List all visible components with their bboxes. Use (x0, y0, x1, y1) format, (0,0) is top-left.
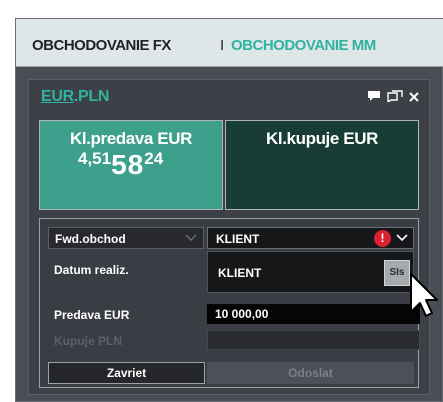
buy-quote-label: Kl.kupuje EUR (266, 129, 378, 148)
sell-quote-tile[interactable]: Kl.predava EUR 4,515824 (39, 120, 223, 210)
dropdown-option-client[interactable]: KLIENT (218, 266, 261, 280)
tab-mm-trading[interactable]: OBCHODOVANIE MM (231, 37, 376, 54)
sis-button[interactable]: SIs (384, 260, 410, 286)
order-form: Fwd.obchod KLIENT ! Datum realiz. Predav… (39, 218, 420, 388)
tab-separator: I (220, 37, 224, 54)
trade-type-value: Fwd.obchod (55, 232, 126, 246)
buy-amount-input (207, 330, 420, 350)
currency-pair-panel: EUR.PLN Kl.predava EUR 4,515824 Kl.kupuj… (28, 79, 430, 395)
pair-base-currency[interactable]: EUR (41, 88, 74, 105)
close-icon[interactable] (409, 91, 419, 104)
price-pip: 24 (144, 149, 164, 168)
chevron-down-icon (185, 230, 197, 249)
close-button[interactable]: Zavriet (48, 362, 205, 384)
sell-price: 4,515824 (78, 149, 163, 181)
client-dropdown: KLIENT SIs (207, 251, 414, 293)
chevron-down-icon (396, 230, 408, 249)
pair-quote-currency: PLN (78, 88, 110, 105)
trading-widget: OBCHODOVANIE FX I OBCHODOVANIE MM EUR.PL… (15, 18, 443, 402)
tab-fx-trading[interactable]: OBCHODOVANIE FX (32, 37, 171, 54)
settlement-date-label: Datum realiz. (54, 263, 129, 277)
buy-quote-tile[interactable]: Kl.kupuje EUR (225, 120, 419, 210)
chat-icon[interactable] (367, 90, 381, 104)
popout-icon[interactable] (387, 90, 403, 104)
price-big-figure: 58 (111, 149, 145, 180)
sell-quote-label: Kl.predava EUR (70, 129, 192, 148)
trade-type-select[interactable]: Fwd.obchod (48, 227, 204, 249)
tab-bar: OBCHODOVANIE FX I OBCHODOVANIE MM (16, 19, 443, 67)
sell-amount-label: Predava EUR (54, 308, 130, 322)
price-prefix: 4,51 (78, 149, 112, 168)
sell-amount-input[interactable]: 10 000,00 (207, 304, 420, 324)
warning-icon: ! (374, 230, 391, 247)
client-select[interactable]: KLIENT ! (207, 227, 414, 249)
panel-actions (367, 90, 419, 104)
send-button: Odoslat (207, 362, 414, 384)
buy-amount-label: Kupuje PLN (54, 334, 122, 348)
client-select-value: KLIENT (216, 232, 260, 246)
currency-pair-title[interactable]: EUR.PLN (41, 88, 109, 106)
mouse-cursor-icon (409, 272, 439, 323)
